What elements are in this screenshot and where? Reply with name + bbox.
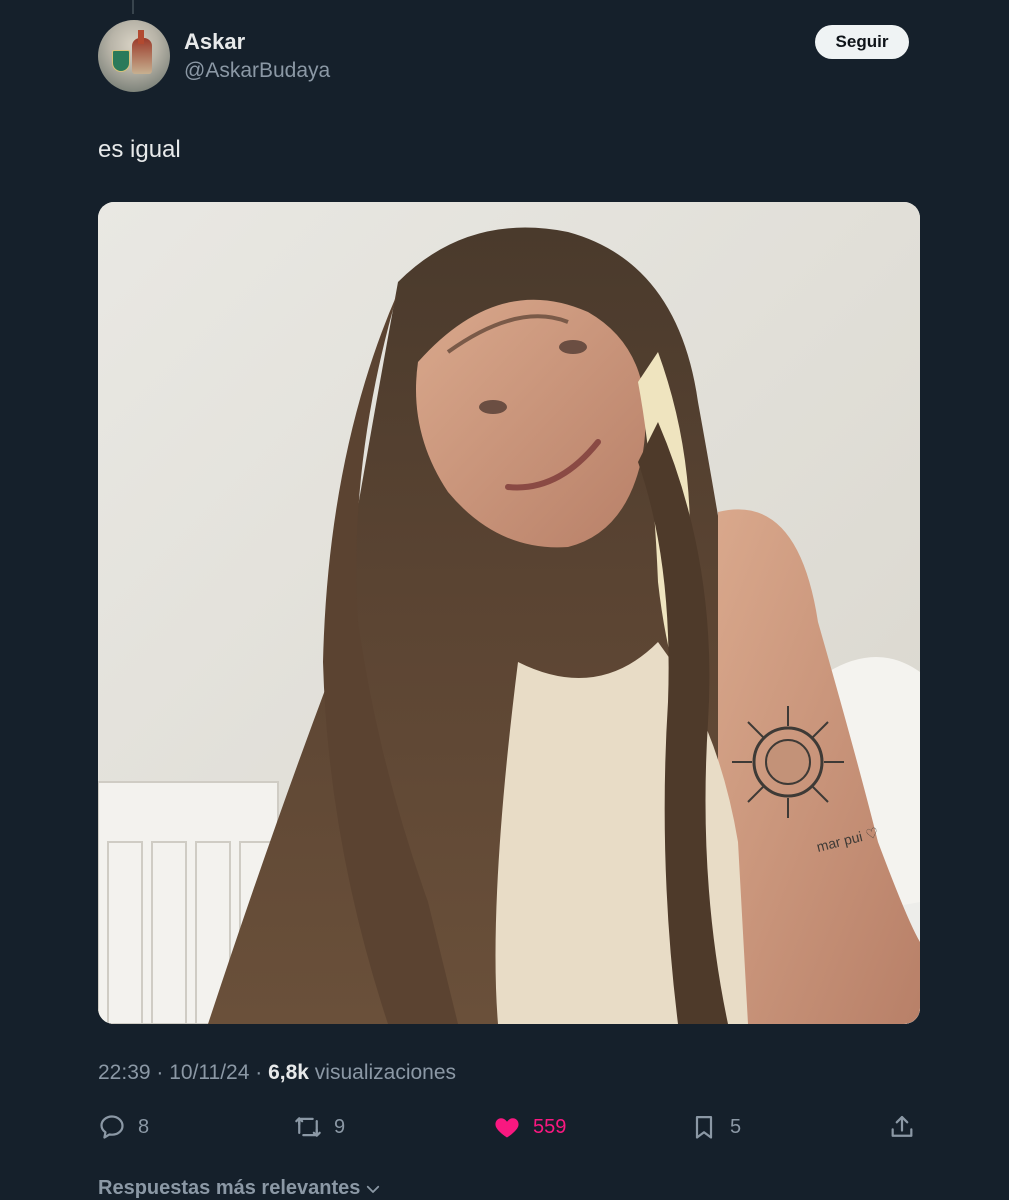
views-label: visualizaciones — [308, 1061, 457, 1084]
replies-sort-dropdown[interactable]: Respuestas más relevantes — [98, 1177, 382, 1200]
share-button[interactable] — [888, 1107, 916, 1147]
avatar-crest — [112, 50, 130, 72]
retweet-button[interactable]: 9 — [294, 1107, 345, 1147]
tweet-time[interactable]: 22:39 — [98, 1061, 151, 1085]
bookmark-button[interactable]: 5 — [690, 1107, 741, 1147]
author-display-name[interactable]: Askar — [184, 29, 245, 55]
author-handle[interactable]: @AskarBudaya — [184, 59, 330, 83]
replies-sort-label: Respuestas más relevantes — [98, 1177, 361, 1199]
like-button[interactable]: 559 — [493, 1107, 566, 1147]
retweet-icon — [295, 1117, 321, 1137]
sun-tattoo — [732, 706, 844, 818]
meta-separator: · — [249, 1061, 269, 1084]
tweet-text: es igual — [98, 136, 181, 163]
tweet-photo[interactable]: mar pui ♡ — [98, 202, 920, 1024]
bookmark-icon — [695, 1115, 713, 1139]
thread-connector-line — [132, 0, 134, 14]
speech-bubble-icon — [100, 1115, 124, 1139]
like-count: 559 — [533, 1115, 567, 1138]
meta-separator: · — [150, 1061, 170, 1084]
photo-illustration: mar pui ♡ — [98, 202, 920, 1024]
tweet-date[interactable]: 10/11/24 — [169, 1061, 249, 1085]
views-count[interactable]: 6,8k — [268, 1061, 309, 1085]
retweet-count: 9 — [334, 1115, 346, 1138]
avatar-cross — [138, 30, 144, 44]
bookmark-count: 5 — [730, 1115, 742, 1138]
tweet-header: Askar @AskarBudaya Seguir — [98, 20, 909, 92]
follow-button[interactable]: Seguir — [815, 25, 909, 59]
reply-button[interactable]: 8 — [98, 1107, 149, 1147]
tweet-meta: 22:39 · 10/11/24 · 6,8k visualizaciones — [98, 1061, 456, 1085]
chevron-down-icon — [367, 1185, 380, 1193]
tweet-actions-bar: 8 9 559 5 — [98, 1107, 918, 1147]
reply-count: 8 — [138, 1115, 150, 1138]
heart-icon — [495, 1118, 519, 1138]
share-icon — [891, 1115, 913, 1137]
avatar[interactable] — [98, 20, 170, 92]
